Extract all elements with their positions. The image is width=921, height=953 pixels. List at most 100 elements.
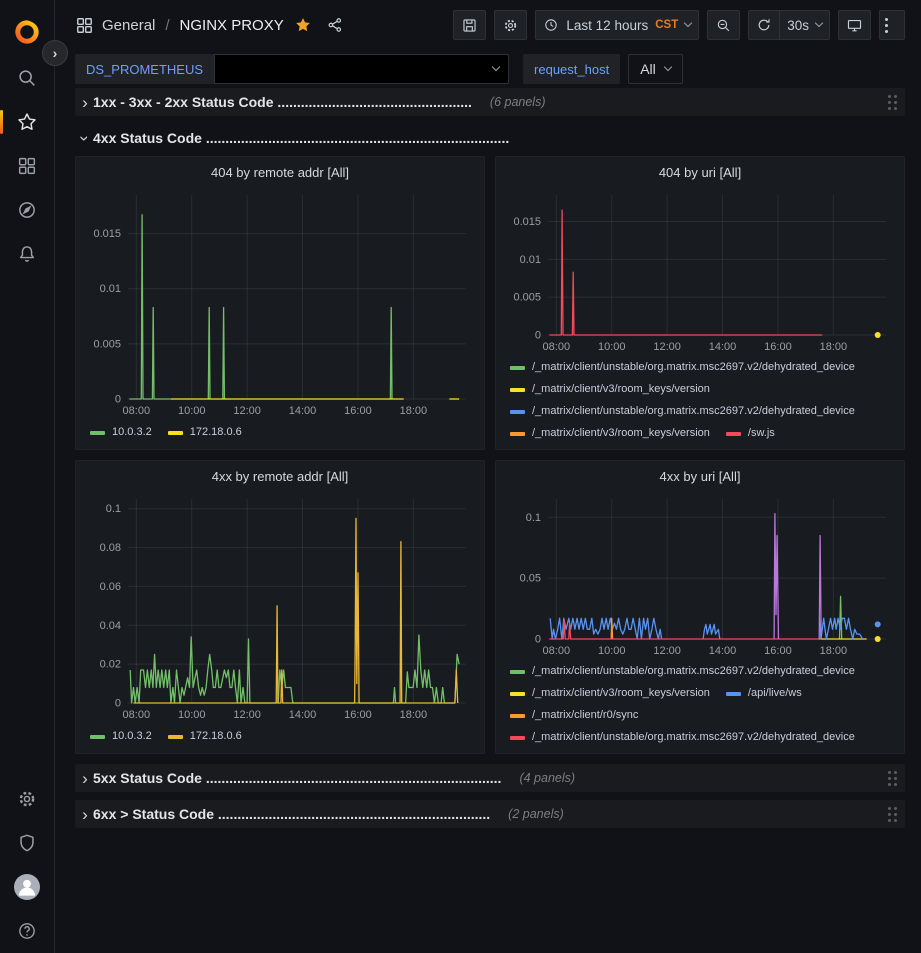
legend-item[interactable]: /_matrix/client/r0/sync	[510, 706, 638, 725]
sidebar-item-starred[interactable]	[0, 100, 55, 144]
legend-item[interactable]: 172.18.0.6	[168, 422, 242, 443]
row-1xx-3xx-2xx[interactable]: › 1xx - 3xx - 2xx Status Code ..........…	[75, 88, 905, 116]
panel-4xx-by-uri: 4xx by uri [All] 00.050.108:0010:0012:00…	[495, 460, 905, 754]
time-series-chart[interactable]: 00.0050.010.01508:0010:0012:0014:0016:00…	[84, 187, 476, 419]
row-6xx[interactable]: › 6xx > Status Code ....................…	[75, 800, 905, 828]
sidebar-item-configuration[interactable]	[0, 777, 55, 821]
chart-legend: /_matrix/client/unstable/org.matrix.msc2…	[504, 659, 896, 747]
legend-swatch-icon	[90, 431, 105, 435]
shield-icon	[16, 832, 38, 854]
panel-title[interactable]: 4xx by remote addr [All]	[84, 461, 476, 491]
sidebar-item-dashboards[interactable]	[0, 144, 55, 188]
legend-item[interactable]: /_matrix/client/unstable/org.matrix.msc2…	[510, 662, 855, 681]
panel-title[interactable]: 4xx by uri [All]	[504, 461, 896, 491]
legend-item[interactable]: /api/live/ws	[726, 684, 802, 703]
breadcrumb-folder[interactable]: General	[102, 17, 155, 34]
breadcrumb: General / NGINX PROXY	[75, 16, 344, 35]
legend-swatch-icon	[510, 736, 525, 740]
svg-text:0: 0	[535, 634, 541, 646]
svg-text:08:00: 08:00	[123, 709, 151, 721]
variable-ds-label[interactable]: DS_PROMETHEUS	[75, 54, 214, 84]
svg-text:0: 0	[115, 394, 121, 406]
time-series-chart[interactable]: 00.0050.010.01508:0010:0012:0014:0016:00…	[504, 187, 896, 355]
refresh-interval-picker[interactable]: 30s	[780, 10, 830, 40]
legend-item[interactable]: 10.0.3.2	[90, 422, 152, 443]
svg-text:0: 0	[535, 330, 541, 342]
svg-text:0.1: 0.1	[526, 512, 541, 524]
share-icon[interactable]	[326, 16, 344, 34]
chevron-right-icon: ›	[77, 770, 93, 787]
row-5xx[interactable]: › 5xx Status Code ......................…	[75, 764, 905, 792]
legend-item[interactable]: /_matrix/client/unstable/org.matrix.msc2…	[510, 402, 855, 421]
svg-text:0.01: 0.01	[100, 283, 121, 295]
svg-text:0.02: 0.02	[100, 659, 121, 671]
dashboard-settings-button[interactable]	[494, 10, 527, 40]
time-series-chart[interactable]: 00.050.108:0010:0012:0014:0016:0018:00	[504, 491, 896, 659]
refresh-interval-label: 30s	[787, 18, 809, 33]
row-4xx[interactable]: › 4xx Status Code ......................…	[75, 124, 905, 152]
chevron-down-icon: ›	[77, 130, 94, 146]
variable-host-value[interactable]: All	[628, 54, 683, 84]
svg-text:16:00: 16:00	[344, 405, 372, 417]
bell-icon	[16, 243, 38, 265]
legend-label: /_matrix/client/unstable/org.matrix.msc2…	[532, 359, 855, 376]
legend-item[interactable]: 10.0.3.2	[90, 726, 152, 747]
breadcrumb-dashboard-title[interactable]: NGINX PROXY	[180, 17, 284, 34]
drag-handle-icon[interactable]	[886, 769, 899, 788]
sidebar-item-explore[interactable]	[0, 188, 55, 232]
legend-swatch-icon	[726, 692, 741, 696]
svg-text:0.01: 0.01	[520, 254, 541, 266]
panel-title[interactable]: 404 by uri [All]	[504, 157, 896, 187]
zoom-out-icon	[715, 17, 732, 34]
legend-item[interactable]: /_matrix/client/v3/room_keys/version	[510, 424, 710, 443]
drag-handle-icon[interactable]	[886, 93, 899, 112]
legend-swatch-icon	[510, 670, 525, 674]
legend-label: /sw.js	[748, 425, 775, 442]
legend-item[interactable]: /sw.js	[726, 424, 775, 443]
favorite-star-icon[interactable]	[294, 16, 312, 34]
variable-ds-prometheus: DS_PROMETHEUS	[75, 54, 509, 84]
active-indicator	[0, 110, 3, 134]
sidebar-item-alerting[interactable]	[0, 232, 55, 276]
sidebar-item-help[interactable]	[0, 909, 55, 953]
save-dashboard-button[interactable]	[453, 10, 486, 40]
more-options-button[interactable]	[879, 10, 905, 40]
sidebar-item-profile[interactable]	[0, 865, 55, 909]
avatar	[14, 874, 40, 900]
help-icon	[16, 920, 38, 942]
gear-icon	[16, 788, 38, 810]
legend-label: 10.0.3.2	[112, 728, 152, 745]
refresh-button[interactable]	[748, 10, 780, 40]
legend-label: /api/live/ws	[748, 685, 802, 702]
variable-host-label[interactable]: request_host	[523, 54, 620, 84]
clock-icon	[543, 17, 559, 33]
legend-item[interactable]: /_matrix/client/unstable/org.matrix.msc2…	[510, 358, 855, 377]
legend-item[interactable]: 172.18.0.6	[168, 726, 242, 747]
svg-text:0.015: 0.015	[93, 228, 121, 240]
svg-text:12:00: 12:00	[653, 341, 681, 353]
svg-text:10:00: 10:00	[178, 709, 206, 721]
zoom-out-time-button[interactable]	[707, 10, 740, 40]
legend-label: /_matrix/client/v3/room_keys/version	[532, 685, 710, 702]
legend-label: 172.18.0.6	[190, 424, 242, 441]
sidebar-expand-button[interactable]: ›	[42, 40, 68, 66]
legend-item[interactable]: /_matrix/client/unstable/org.matrix.msc2…	[510, 728, 855, 747]
svg-text:08:00: 08:00	[543, 341, 571, 353]
legend-item[interactable]: /_matrix/client/v3/room_keys/version	[510, 684, 710, 703]
cycle-view-mode-button[interactable]	[838, 10, 871, 40]
apps-grid-icon[interactable]	[75, 16, 94, 35]
drag-handle-icon[interactable]	[886, 805, 899, 824]
panel-title[interactable]: 404 by remote addr [All]	[84, 157, 476, 187]
time-series-chart[interactable]: 00.020.040.060.080.108:0010:0012:0014:00…	[84, 491, 476, 723]
variable-ds-value-redacted[interactable]	[214, 54, 509, 84]
row-title: 6xx > Status Code ......................…	[93, 806, 490, 822]
legend-label: /_matrix/client/unstable/org.matrix.msc2…	[532, 729, 855, 746]
legend-swatch-icon	[510, 714, 525, 718]
time-range-picker[interactable]: Last 12 hours CST	[535, 10, 699, 40]
legend-label: /_matrix/client/v3/room_keys/version	[532, 425, 710, 442]
legend-swatch-icon	[510, 410, 525, 414]
variable-request-host: request_host All	[523, 54, 683, 84]
sidebar-item-server-admin[interactable]	[0, 821, 55, 865]
legend-swatch-icon	[510, 366, 525, 370]
legend-item[interactable]: /_matrix/client/v3/room_keys/version	[510, 380, 710, 399]
